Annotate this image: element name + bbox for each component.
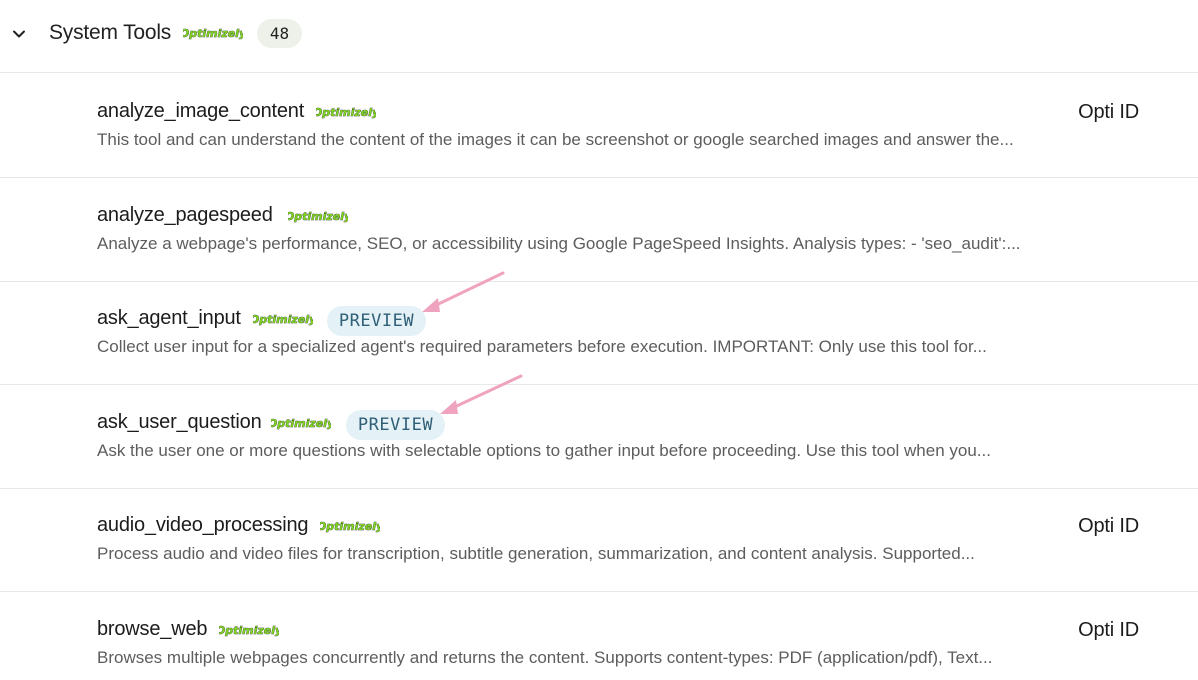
tool-description: Collect user input for a specialized age… xyxy=(97,337,987,356)
section-header: System Tools Optimizely 48 xyxy=(0,0,1198,73)
optimizely-logo: Optimizely xyxy=(316,104,376,120)
svg-text:Optimizely: Optimizely xyxy=(288,210,348,223)
svg-text:Optimizely: Optimizely xyxy=(320,520,380,533)
tool-name: analyze_pagespeed xyxy=(97,204,273,226)
auth-label: Opti ID xyxy=(1078,515,1139,537)
optimizely-logo: Optimizely xyxy=(288,208,348,224)
optimizely-logo: Optimizely xyxy=(219,622,279,638)
auth-label: Opti ID xyxy=(1078,101,1139,123)
tool-name: audio_video_processing xyxy=(97,514,309,536)
svg-text:Optimizely: Optimizely xyxy=(183,27,243,40)
auth-label: Opti ID xyxy=(1078,619,1139,641)
optimizely-logo: Optimizely xyxy=(320,518,380,534)
tool-row-ask-agent-input[interactable]: ask_agent_input Optimizely PREVIEW Colle… xyxy=(0,281,1198,385)
tool-description: This tool and can understand the content… xyxy=(97,130,1014,149)
tool-row-analyze-pagespeed[interactable]: analyze_pagespeed Optimizely Analyze a w… xyxy=(0,178,1198,282)
tool-description: Analyze a webpage's performance, SEO, or… xyxy=(97,234,1021,253)
tool-row-analyze-image-content[interactable]: analyze_image_content Optimizely This to… xyxy=(0,74,1198,178)
preview-badge: PREVIEW xyxy=(327,306,426,336)
optimizely-logo: Optimizely xyxy=(183,25,243,41)
tool-row-audio-video-processing[interactable]: audio_video_processing Optimizely Proces… xyxy=(0,488,1198,592)
svg-text:Optimizely: Optimizely xyxy=(253,313,313,326)
optimizely-logo: Optimizely xyxy=(253,311,313,327)
svg-text:Optimizely: Optimizely xyxy=(316,106,376,119)
tool-name: browse_web xyxy=(97,618,208,640)
tool-name: analyze_image_content xyxy=(97,100,305,122)
tool-name: ask_agent_input xyxy=(97,307,241,329)
tool-row-ask-user-question[interactable]: ask_user_question Optimizely PREVIEW Ask… xyxy=(0,385,1198,489)
preview-badge: PREVIEW xyxy=(346,410,445,440)
tool-description: Browses multiple webpages concurrently a… xyxy=(97,648,993,667)
optimizely-logo: Optimizely xyxy=(271,415,331,431)
tool-count-badge: 48 xyxy=(257,19,302,48)
tool-name: ask_user_question xyxy=(97,411,262,433)
section-title: System Tools xyxy=(49,21,172,44)
tool-description: Ask the user one or more questions with … xyxy=(97,441,991,460)
tool-row-browse-web[interactable]: browse_web Optimizely Browses multiple w… xyxy=(0,592,1198,680)
svg-text:Optimizely: Optimizely xyxy=(219,624,279,637)
tool-description: Process audio and video files for transc… xyxy=(97,544,975,563)
svg-text:Optimizely: Optimizely xyxy=(271,417,331,430)
chevron-down-icon[interactable] xyxy=(10,25,28,43)
system-tools-panel: System Tools Optimizely 48 analyze_image… xyxy=(0,0,1198,680)
